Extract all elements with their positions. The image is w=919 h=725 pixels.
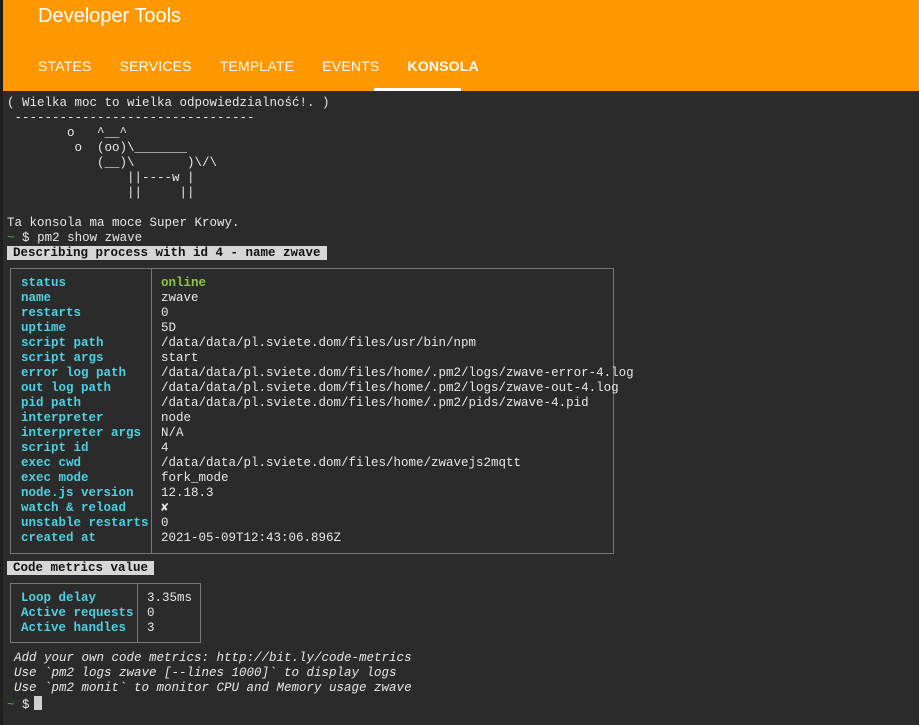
row-key: node.js version	[21, 486, 134, 500]
metrics-table: Loop delay 3.35ms Active requests 0 Active h…	[10, 583, 201, 643]
row-value: node	[161, 411, 192, 425]
tab-events[interactable]: EVENTS	[322, 58, 379, 74]
cowsay-line: (__)\ )\/\	[7, 156, 218, 170]
command-line: ~ $ pm2 show zwave	[7, 231, 142, 246]
row-value: /data/data/pl.sviete.dom/files/home/.pm2…	[161, 396, 589, 410]
metrics-header: Code metrics value	[7, 561, 155, 575]
hint-line: Use `pm2 monit` to monitor CPU and Memor…	[14, 681, 412, 695]
cowsay-line: --------------------------------	[7, 111, 255, 125]
cowsay-line: ||----w |	[7, 171, 195, 185]
hint-line: Add your own code metrics: http://bit.ly…	[14, 651, 412, 665]
row-value: 5D	[161, 321, 177, 335]
row-key: Active requests	[21, 606, 134, 620]
prompt-dollar: $	[22, 698, 30, 712]
row-key: restarts	[21, 306, 82, 320]
row-key: exec cwd	[21, 456, 82, 470]
row-value: /data/data/pl.sviete.dom/files/home/zwav…	[161, 456, 522, 470]
tab-states[interactable]: STATES	[38, 58, 92, 74]
tab-konsola[interactable]: KONSOLA	[407, 58, 478, 74]
row-key: uptime	[21, 321, 67, 335]
row-key: interpreter args	[21, 426, 142, 440]
row-value: zwave	[161, 291, 199, 305]
prompt-tilde: ~	[7, 698, 15, 712]
app-header: Developer Tools STATES SERVICES TEMPLATE…	[3, 0, 919, 91]
row-value: fork_mode	[161, 471, 229, 485]
row-key: name	[21, 291, 52, 305]
row-key: watch & reload	[21, 501, 127, 515]
row-key: created at	[21, 531, 97, 545]
row-value: N/A	[161, 426, 184, 440]
row-value: 0	[161, 516, 169, 530]
row-key: exec mode	[21, 471, 89, 485]
tab-bar: STATES SERVICES TEMPLATE EVENTS KONSOLA	[38, 58, 507, 74]
table-separator	[151, 269, 152, 553]
row-key: Active handles	[21, 621, 127, 635]
row-value: /data/data/pl.sviete.dom/files/usr/bin/n…	[161, 336, 477, 350]
row-value: 3.35ms	[147, 591, 193, 605]
command-text: pm2 show zwave	[37, 231, 143, 245]
tab-services[interactable]: SERVICES	[120, 58, 192, 74]
row-value: 0	[161, 306, 169, 320]
row-value: 0	[147, 606, 155, 620]
page-title: Developer Tools	[38, 5, 182, 27]
row-value: 12.18.3	[161, 486, 214, 500]
row-value: online	[161, 276, 207, 290]
row-key: out log path	[21, 381, 112, 395]
row-key: script id	[21, 441, 89, 455]
row-value: ✘	[161, 501, 169, 515]
row-key: interpreter	[21, 411, 104, 425]
cowsay-line: o (oo)\_______	[7, 141, 188, 155]
terminal[interactable]: ( Wielka moc to wielka odpowiedzialność!…	[0, 91, 919, 725]
table-separator	[137, 584, 138, 642]
terminal-cursor	[33, 696, 42, 710]
input-prompt-line[interactable]: ~ $	[7, 696, 42, 713]
row-key: Loop delay	[21, 591, 97, 605]
tab-template[interactable]: TEMPLATE	[220, 58, 294, 74]
cowsay-line: ( Wielka moc to wielka odpowiedzialność!…	[7, 96, 330, 110]
row-value: 4	[161, 441, 169, 455]
describe-header: Describing process with id 4 - name zwav…	[7, 246, 327, 260]
prompt-tilde: ~	[7, 231, 15, 245]
row-value: /data/data/pl.sviete.dom/files/home/.pm2…	[161, 381, 619, 395]
row-value: 3	[147, 621, 155, 635]
hint-line: Use `pm2 logs zwave [--lines 1000]` to d…	[14, 666, 397, 680]
process-info-table: status online name zwave restarts 0 uptime 5D sc…	[10, 268, 634, 554]
row-value: start	[161, 351, 199, 365]
cowsay-line: o ^__^	[7, 126, 128, 140]
row-key: unstable restarts	[21, 516, 149, 530]
row-key: pid path	[21, 396, 82, 410]
intro-text: Ta konsola ma moce Super Krowy.	[7, 216, 240, 230]
row-key: status	[21, 276, 67, 290]
cowsay-line: || ||	[7, 186, 195, 200]
prompt-dollar: $	[22, 231, 30, 245]
row-key: error log path	[21, 366, 127, 380]
row-value: 2021-05-09T12:43:06.896Z	[161, 531, 342, 545]
row-key: script args	[21, 351, 104, 365]
row-value: /data/data/pl.sviete.dom/files/home/.pm2…	[161, 366, 634, 380]
row-key: script path	[21, 336, 104, 350]
